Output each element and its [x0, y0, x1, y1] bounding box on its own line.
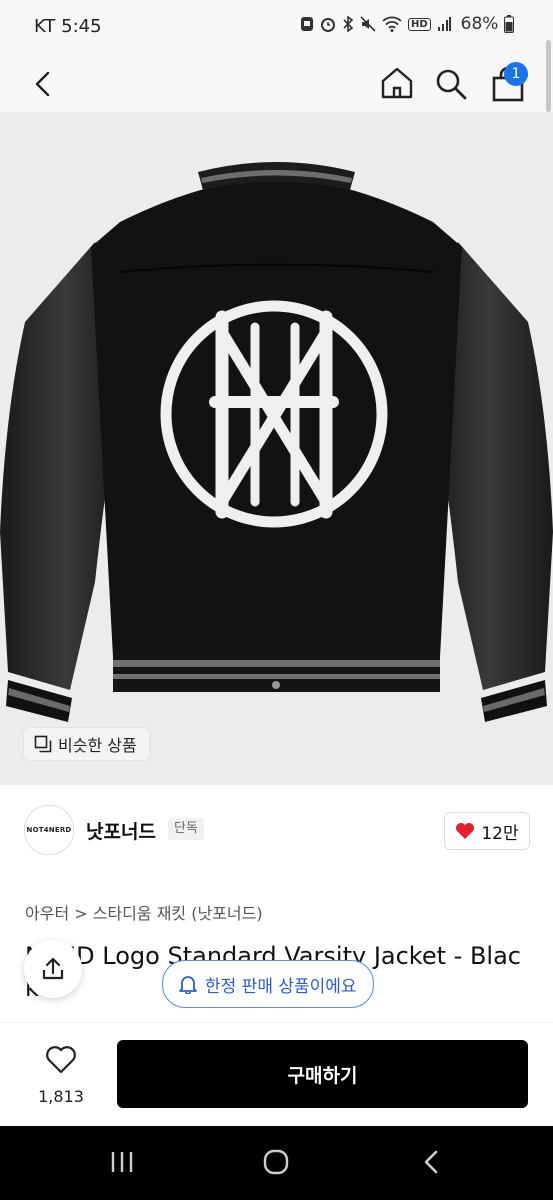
heart-filled-icon [456, 823, 475, 839]
limited-edition-label: 한정 판매 상품이에요 [205, 976, 357, 997]
cart-count-badge: 1 [504, 62, 528, 86]
signal-icon [437, 17, 451, 31]
heart-outline-icon [46, 1046, 76, 1074]
mute-icon [360, 16, 376, 32]
copy-icon [34, 735, 52, 753]
battery-percent: 68% [460, 14, 499, 34]
bell-icon [179, 976, 197, 994]
jacket-illustration [0, 162, 553, 722]
status-time: KT 5:45 [34, 16, 102, 37]
scrollbar[interactable] [546, 40, 551, 112]
purchase-bar: 1,813 구매하기 [0, 1022, 553, 1127]
hd-icon: HD [408, 17, 431, 31]
brand-logo-text: NOT4NERD [26, 826, 72, 834]
recent-apps-icon[interactable] [108, 1148, 136, 1176]
status-bar: KT 5:45 HD 68% [0, 0, 553, 56]
search-icon[interactable] [433, 66, 469, 102]
share-button[interactable] [24, 940, 82, 998]
battery-icon [504, 15, 515, 33]
brand-name[interactable]: 낫포너드 [86, 817, 156, 844]
brand-like-count: 12만 [481, 823, 519, 844]
app-header [0, 56, 553, 112]
wishlist-button[interactable]: 1,813 [30, 1043, 92, 1113]
system-navigation-bar [0, 1126, 553, 1200]
limited-edition-notice[interactable]: 한정 판매 상품이에요 [162, 960, 374, 1008]
similar-products-button[interactable]: 비슷한 상품 [24, 728, 149, 760]
breadcrumb[interactable]: 아우터 > 스타디움 재킷 (낫포너드) [25, 900, 263, 924]
wifi-icon [382, 16, 402, 32]
photo-icon [301, 17, 313, 31]
bluetooth-icon [343, 16, 354, 32]
brand-logo[interactable]: NOT4NERD [24, 805, 74, 855]
home-circle-icon[interactable] [262, 1148, 290, 1176]
back-chevron-icon[interactable] [420, 1148, 444, 1176]
alarm-icon [321, 18, 335, 32]
brand-like-button[interactable]: 12만 [444, 812, 530, 850]
exclusive-badge: 단독 [168, 818, 204, 840]
brand-row: NOT4NERD 낫포너드 단독 12만 [0, 785, 553, 875]
back-icon[interactable] [28, 68, 60, 100]
wishlist-count: 1,813 [38, 1087, 84, 1106]
home-icon[interactable] [378, 64, 416, 102]
share-icon [42, 957, 64, 980]
similar-products-label: 비슷한 상품 [58, 736, 137, 755]
status-icons: HD 68% [300, 14, 515, 34]
buy-button[interactable]: 구매하기 [117, 1040, 528, 1108]
product-image[interactable] [0, 112, 553, 785]
